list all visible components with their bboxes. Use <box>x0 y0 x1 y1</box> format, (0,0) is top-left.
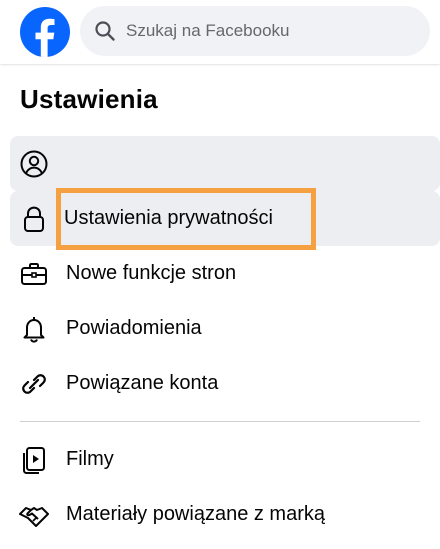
settings-menu: Ustawienia prywatności Nowe funkcje stro… <box>10 136 440 542</box>
menu-item-new-page-features[interactable]: Nowe funkcje stron <box>10 246 440 301</box>
menu-divider <box>20 421 420 422</box>
menu-item-branded-content[interactable]: Materiały powiązane z marką <box>10 487 440 542</box>
menu-item-label: Powiązane konta <box>66 372 219 394</box>
menu-item-videos[interactable]: Filmy <box>10 432 440 487</box>
briefcase-icon <box>18 258 50 290</box>
video-icon <box>18 444 50 476</box>
search-bar[interactable] <box>80 6 430 56</box>
menu-item-account[interactable] <box>10 136 440 191</box>
menu-item-label: Filmy <box>66 448 114 470</box>
handshake-icon <box>18 499 50 531</box>
menu-item-label: Ustawienia prywatności <box>64 207 273 229</box>
search-icon <box>95 21 115 41</box>
link-icon <box>18 368 50 400</box>
account-icon <box>18 148 50 180</box>
menu-item-linked-accounts[interactable]: Powiązane konta <box>10 356 440 411</box>
menu-item-privacy-settings[interactable]: Ustawienia prywatności <box>10 191 440 246</box>
search-input[interactable] <box>124 20 418 42</box>
menu-item-label: Nowe funkcje stron <box>66 262 237 284</box>
menu-item-label: Materiały powiązane z marką <box>66 503 325 525</box>
top-bar <box>0 0 440 64</box>
menu-item-notifications[interactable]: Powiadomienia <box>10 301 440 356</box>
lock-icon <box>18 203 50 235</box>
facebook-logo[interactable] <box>20 7 70 57</box>
menu-item-label: Powiadomienia <box>66 317 202 339</box>
page-title: Ustawienia <box>20 84 158 114</box>
bell-icon <box>18 313 50 345</box>
